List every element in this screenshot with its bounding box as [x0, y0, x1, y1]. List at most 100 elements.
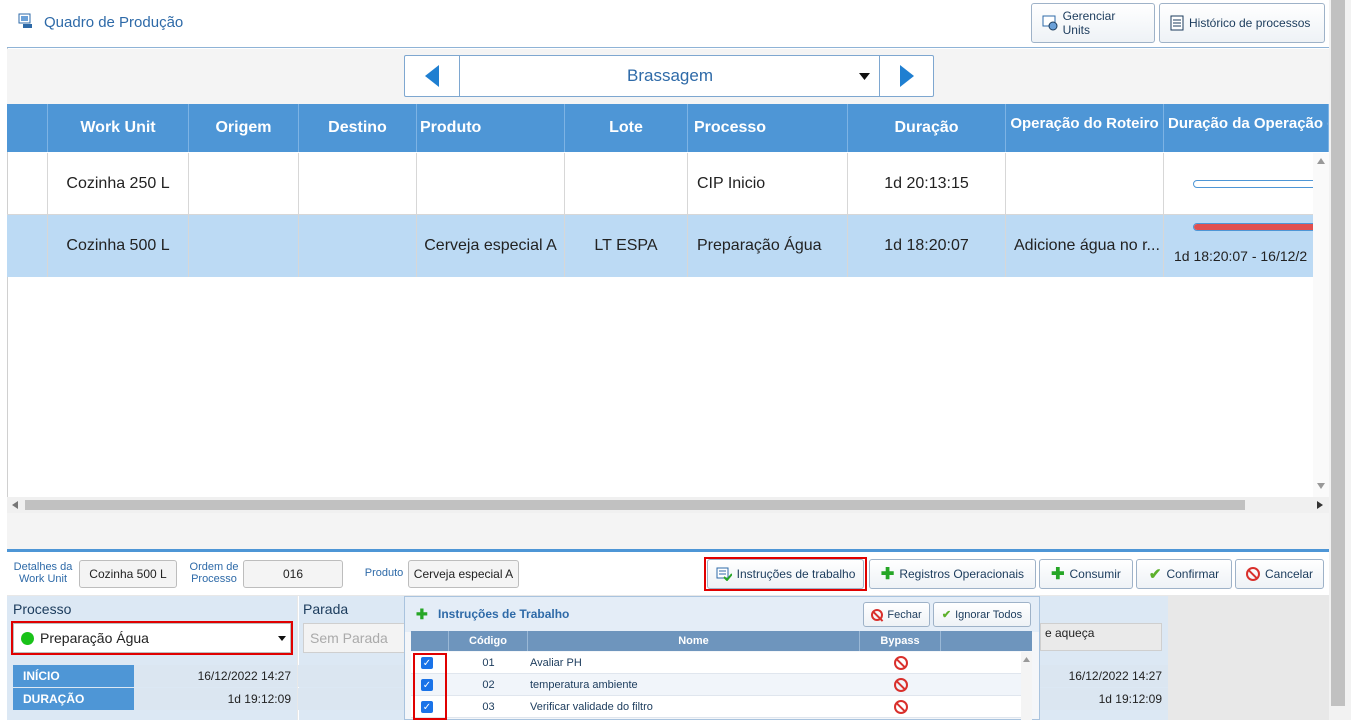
ignore-all-button[interactable]: ✔ Ignorar Todos — [933, 602, 1031, 627]
cell-produto — [417, 153, 565, 215]
column-header-processo[interactable]: Processo — [688, 104, 848, 152]
area-select[interactable]: Brassagem — [460, 56, 880, 96]
instruction-name: temperatura ambiente — [530, 679, 638, 691]
process-history-button[interactable]: Histórico de processos — [1159, 3, 1325, 43]
cell-processo: CIP Inicio — [688, 153, 848, 215]
cell-origem — [189, 153, 299, 215]
process-history-label: Histórico de processos — [1189, 16, 1311, 30]
instruction-code: 03 — [482, 701, 495, 713]
row-spacer — [7, 215, 48, 277]
inicio-value: 16/12/2022 14:27 — [134, 665, 297, 687]
right-inicio-value: 16/12/2022 14:27 — [1040, 665, 1168, 687]
operational-records-label: Registros Operacionais — [899, 567, 1025, 581]
document-list-icon — [1170, 15, 1184, 31]
column-header-destino[interactable]: Destino — [299, 104, 417, 152]
scroll-left-icon[interactable] — [12, 501, 18, 509]
operation-note: e aqueça — [1040, 623, 1162, 651]
instruction-name: Avaliar PH — [530, 657, 582, 669]
plus-icon: ✚ — [880, 566, 895, 583]
manage-units-button[interactable]: Gerenciar Units — [1031, 3, 1155, 43]
cancel-button[interactable]: Cancelar — [1235, 559, 1324, 589]
popup-scrollbar[interactable] — [1021, 652, 1032, 720]
column-header-produto[interactable]: Produto — [417, 104, 565, 152]
instruction-row[interactable]: ✓ 01 Avaliar PH — [411, 652, 1021, 674]
column-header-work-unit[interactable]: Work Unit — [48, 104, 189, 152]
grid-vscroll[interactable] — [1313, 153, 1329, 497]
column-header-duracao-operacao[interactable]: Duração da Operação d — [1164, 104, 1329, 152]
cell-duracao: 1d 18:20:07 — [848, 215, 1006, 277]
right-duracao-value: 1d 19:12:09 — [1040, 688, 1168, 710]
cell-work-unit: Cozinha 500 L — [48, 215, 189, 277]
cancel-icon — [1245, 567, 1260, 581]
cell-work-unit: Cozinha 250 L — [48, 153, 189, 215]
instruction-row[interactable]: ✓ 02 temperatura ambiente — [411, 674, 1021, 696]
gear-monitor-icon — [1042, 15, 1058, 31]
prev-area-button[interactable] — [405, 56, 459, 96]
column-header-codigo[interactable]: Código — [449, 631, 528, 651]
check-icon: ✔ — [1148, 566, 1162, 583]
popup-table-header: Código Nome Bypass — [411, 631, 1032, 651]
inicio-value-extension — [298, 665, 404, 687]
operational-records-button[interactable]: ✚ Registros Operacionais — [869, 559, 1036, 589]
bypass-button[interactable] — [860, 652, 941, 674]
duracao-label: DURAÇÃO — [13, 688, 134, 710]
operation-progress-fill — [1194, 224, 1313, 230]
highlight-box — [413, 653, 447, 720]
ordem-processo-field: 016 — [243, 560, 343, 588]
column-header-nome[interactable]: Nome — [528, 631, 860, 651]
close-popup-label: Fechar — [887, 608, 922, 621]
cell-destino — [299, 153, 417, 215]
column-header-lote[interactable]: Lote — [565, 104, 688, 152]
hscroll-thumb[interactable] — [25, 500, 1245, 510]
grid-header: Work Unit Origem Destino Produto Lote Pr… — [7, 104, 1329, 152]
processo-label: Processo — [13, 601, 72, 617]
scroll-up-icon[interactable] — [1023, 657, 1030, 662]
area-navigator: Brassagem — [404, 55, 934, 97]
column-header-operacao[interactable]: Operação do Roteiro — [1006, 104, 1164, 152]
cell-origem — [189, 215, 299, 277]
chevron-left-icon — [425, 65, 439, 87]
consume-button[interactable]: ✚ Consumir — [1039, 559, 1133, 589]
highlight-box — [11, 621, 293, 655]
cell-operacao — [1006, 153, 1164, 215]
instruction-row[interactable]: ✓ 03 Verificar validade do filtro — [411, 696, 1021, 718]
column-header-bypass[interactable]: Bypass — [860, 631, 941, 651]
duracao-value-extension — [298, 688, 404, 710]
grid-footer — [7, 513, 1329, 549]
bypass-icon — [893, 700, 908, 714]
table-row[interactable]: Cozinha 250 L CIP Inicio 1d 20:13:15 — [7, 153, 1313, 215]
next-area-button[interactable] — [880, 56, 934, 96]
column-header-duracao[interactable]: Duração — [848, 104, 1006, 152]
close-icon — [871, 608, 884, 621]
duracao-value: 1d 19:12:09 — [134, 688, 297, 710]
page-title: Quadro de Produção — [44, 14, 184, 31]
bypass-button[interactable] — [860, 674, 941, 696]
operation-progress-bar — [1193, 180, 1313, 188]
instruction-name: Verificar validade do filtro — [530, 701, 653, 713]
scroll-down-icon[interactable] — [1317, 483, 1325, 489]
scroll-right-icon[interactable] — [1317, 501, 1323, 509]
instruction-code: 01 — [482, 657, 495, 669]
cell-lote: LT ESPA — [565, 215, 688, 277]
close-popup-button[interactable]: Fechar — [863, 602, 930, 627]
cell-processo: Preparação Água — [688, 215, 848, 277]
cell-duracao: 1d 20:13:15 — [848, 153, 1006, 215]
confirm-button[interactable]: ✔ Confirmar — [1136, 559, 1232, 589]
operation-progress-bar — [1193, 223, 1313, 231]
header-spacer — [7, 104, 48, 152]
grid-hscroll[interactable] — [7, 497, 1329, 513]
bypass-icon — [893, 656, 908, 670]
parada-select[interactable]: Sem Parada — [303, 623, 404, 653]
confirm-label: Confirmar — [1166, 567, 1220, 581]
column-header-origem[interactable]: Origem — [189, 104, 299, 152]
cancel-label: Cancelar — [1264, 567, 1314, 581]
ordem-processo-label: Ordem de Processo — [189, 561, 239, 585]
parada-label: Parada — [303, 601, 349, 617]
caret-down-icon[interactable] — [859, 73, 870, 80]
scroll-up-icon[interactable] — [1317, 158, 1325, 164]
bypass-button[interactable] — [860, 696, 941, 718]
ignore-all-label: Ignorar Todos — [955, 608, 1023, 621]
table-row-selected[interactable]: Cozinha 500 L Cerveja especial A LT ESPA… — [7, 215, 1313, 277]
page-scrollbar-thumb[interactable] — [1331, 0, 1345, 706]
produto-label: Produto — [364, 567, 404, 579]
